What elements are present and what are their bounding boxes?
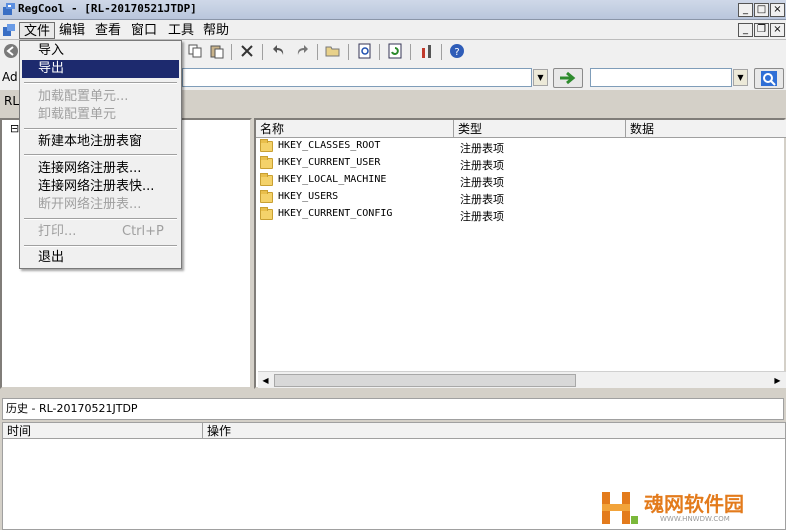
refresh-icon[interactable] bbox=[386, 43, 404, 61]
key-type: 注册表项 bbox=[460, 210, 504, 223]
key-name: HKEY_USERS bbox=[278, 191, 339, 202]
toolbar-separator bbox=[348, 44, 349, 60]
column-header-data[interactable]: 数据 bbox=[626, 120, 786, 138]
key-name: HKEY_CLASSES_ROOT bbox=[278, 140, 381, 151]
list-item[interactable]: HKEY_USERS 注册表项 bbox=[258, 190, 778, 207]
menu-separator bbox=[24, 82, 177, 84]
column-header-row: 名称 类型 数据 bbox=[256, 120, 786, 138]
menu-file[interactable]: 文件 bbox=[19, 22, 56, 39]
search-dropdown-icon[interactable]: ▼ bbox=[733, 69, 748, 86]
column-header-name[interactable]: 名称 bbox=[256, 120, 454, 138]
menu-separator bbox=[24, 245, 177, 247]
toolbar-separator bbox=[410, 44, 411, 60]
key-name: HKEY_CURRENT_USER bbox=[278, 157, 381, 168]
minimize-button[interactable]: _ bbox=[738, 3, 753, 17]
back-icon[interactable] bbox=[2, 43, 20, 61]
key-type: 注册表项 bbox=[460, 176, 504, 189]
menu-item-connect-network-quick[interactable]: 连接网络注册表快... bbox=[22, 178, 179, 196]
history-column-time[interactable]: 时间 bbox=[3, 423, 203, 439]
mdi-restore-button[interactable]: ❐ bbox=[754, 23, 769, 37]
watermark-url: WWW.HNWDW.COM bbox=[660, 515, 730, 523]
menu-view[interactable]: 查看 bbox=[91, 22, 125, 39]
toolbar-separator bbox=[262, 44, 263, 60]
watermark-logo bbox=[600, 490, 640, 526]
folder-icon bbox=[260, 139, 273, 152]
go-button[interactable] bbox=[553, 68, 583, 88]
scroll-thumb[interactable] bbox=[274, 374, 576, 387]
menu-bar: 文件 编辑 查看 窗口 工具 帮助 _ ❐ × bbox=[0, 20, 786, 40]
search-input[interactable] bbox=[590, 68, 732, 87]
paste-icon[interactable] bbox=[208, 43, 226, 61]
menu-item-disconnect-network[interactable]: 断开网络注册表... bbox=[22, 196, 179, 214]
menu-help[interactable]: 帮助 bbox=[199, 22, 233, 39]
address-label: Ad bbox=[2, 70, 18, 84]
search-button[interactable] bbox=[754, 68, 784, 89]
column-header-type[interactable]: 类型 bbox=[454, 120, 626, 138]
mdi-minimize-button[interactable]: _ bbox=[738, 23, 753, 37]
key-type: 注册表项 bbox=[460, 193, 504, 206]
list-item[interactable]: HKEY_CLASSES_ROOT 注册表项 bbox=[258, 139, 778, 156]
menu-item-print[interactable]: 打印... Ctrl+P bbox=[22, 223, 179, 241]
menu-item-connect-network[interactable]: 连接网络注册表... bbox=[22, 160, 179, 178]
toolbar-separator bbox=[441, 44, 442, 60]
key-name: HKEY_CURRENT_CONFIG bbox=[278, 208, 393, 219]
history-column-action[interactable]: 操作 bbox=[203, 423, 785, 439]
menu-item-export[interactable]: 导出 bbox=[22, 60, 179, 78]
menu-item-print-label: 打印... bbox=[38, 224, 77, 239]
folder-icon bbox=[260, 207, 273, 220]
open-folder-icon[interactable] bbox=[324, 43, 342, 61]
menu-tools[interactable]: 工具 bbox=[164, 22, 198, 39]
scroll-right-icon[interactable]: ▶ bbox=[770, 373, 785, 388]
toolbar-separator bbox=[231, 44, 232, 60]
redo-icon[interactable] bbox=[293, 43, 311, 61]
title-bar: RegCool - [RL-20170521JTDP] _ □ × bbox=[0, 0, 786, 20]
tools-icon[interactable] bbox=[418, 43, 436, 61]
file-menu-dropdown: 导入 导出 加载配置单元... 卸载配置单元 新建本地注册表窗 连接网络注册表.… bbox=[19, 40, 182, 269]
menu-item-new-local-registry[interactable]: 新建本地注册表窗 bbox=[22, 133, 179, 151]
svg-text:?: ? bbox=[454, 47, 459, 58]
address-dropdown-icon[interactable]: ▼ bbox=[533, 69, 548, 86]
undo-icon[interactable] bbox=[270, 43, 288, 61]
app-icon bbox=[2, 2, 16, 16]
tab-registry[interactable]: RL bbox=[4, 94, 19, 108]
menu-edit[interactable]: 编辑 bbox=[55, 22, 89, 39]
toolbar-separator bbox=[379, 44, 380, 60]
menu-separator bbox=[24, 218, 177, 220]
folder-icon bbox=[260, 156, 273, 169]
close-button[interactable]: × bbox=[770, 3, 785, 17]
folder-icon bbox=[260, 173, 273, 186]
key-name: HKEY_LOCAL_MACHINE bbox=[278, 174, 387, 185]
scroll-left-icon[interactable]: ◀ bbox=[258, 373, 273, 388]
list-pane[interactable]: 名称 类型 数据 HKEY_CLASSES_ROOT 注册表项 HKEY_CUR… bbox=[254, 118, 786, 389]
menu-item-print-shortcut: Ctrl+P bbox=[122, 224, 164, 239]
watermark-text: 魂网软件园 bbox=[644, 492, 744, 516]
help-icon[interactable]: ? bbox=[448, 43, 466, 61]
mdi-doc-icon[interactable] bbox=[2, 23, 16, 37]
window-title: RegCool - [RL-20170521JTDP] bbox=[18, 2, 197, 15]
horizontal-scrollbar[interactable]: ◀ ▶ bbox=[258, 371, 786, 388]
menu-item-import[interactable]: 导入 bbox=[22, 42, 179, 60]
delete-icon[interactable] bbox=[238, 43, 256, 61]
address-input[interactable] bbox=[182, 68, 532, 87]
menu-window[interactable]: 窗口 bbox=[127, 22, 161, 39]
copy-icon[interactable] bbox=[186, 43, 204, 61]
maximize-button[interactable]: □ bbox=[754, 3, 769, 17]
find-icon[interactable] bbox=[356, 43, 374, 61]
key-type: 注册表项 bbox=[460, 159, 504, 172]
menu-item-load-hive[interactable]: 加载配置单元... bbox=[22, 88, 179, 106]
folder-icon bbox=[260, 190, 273, 203]
menu-item-exit[interactable]: 退出 bbox=[22, 249, 179, 267]
menu-separator bbox=[24, 128, 177, 130]
tree-collapse-icon[interactable]: ⊟ bbox=[10, 122, 19, 135]
menu-item-unload-hive[interactable]: 卸载配置单元 bbox=[22, 106, 179, 124]
key-type: 注册表项 bbox=[460, 142, 504, 155]
list-item[interactable]: HKEY_CURRENT_CONFIG 注册表项 bbox=[258, 207, 778, 224]
history-title: 历史 - RL-20170521JTDP bbox=[2, 398, 784, 420]
menu-separator bbox=[24, 154, 177, 156]
mdi-close-button[interactable]: × bbox=[770, 23, 785, 37]
list-item[interactable]: HKEY_CURRENT_USER 注册表项 bbox=[258, 156, 778, 173]
toolbar-separator bbox=[317, 44, 318, 60]
list-item[interactable]: HKEY_LOCAL_MACHINE 注册表项 bbox=[258, 173, 778, 190]
